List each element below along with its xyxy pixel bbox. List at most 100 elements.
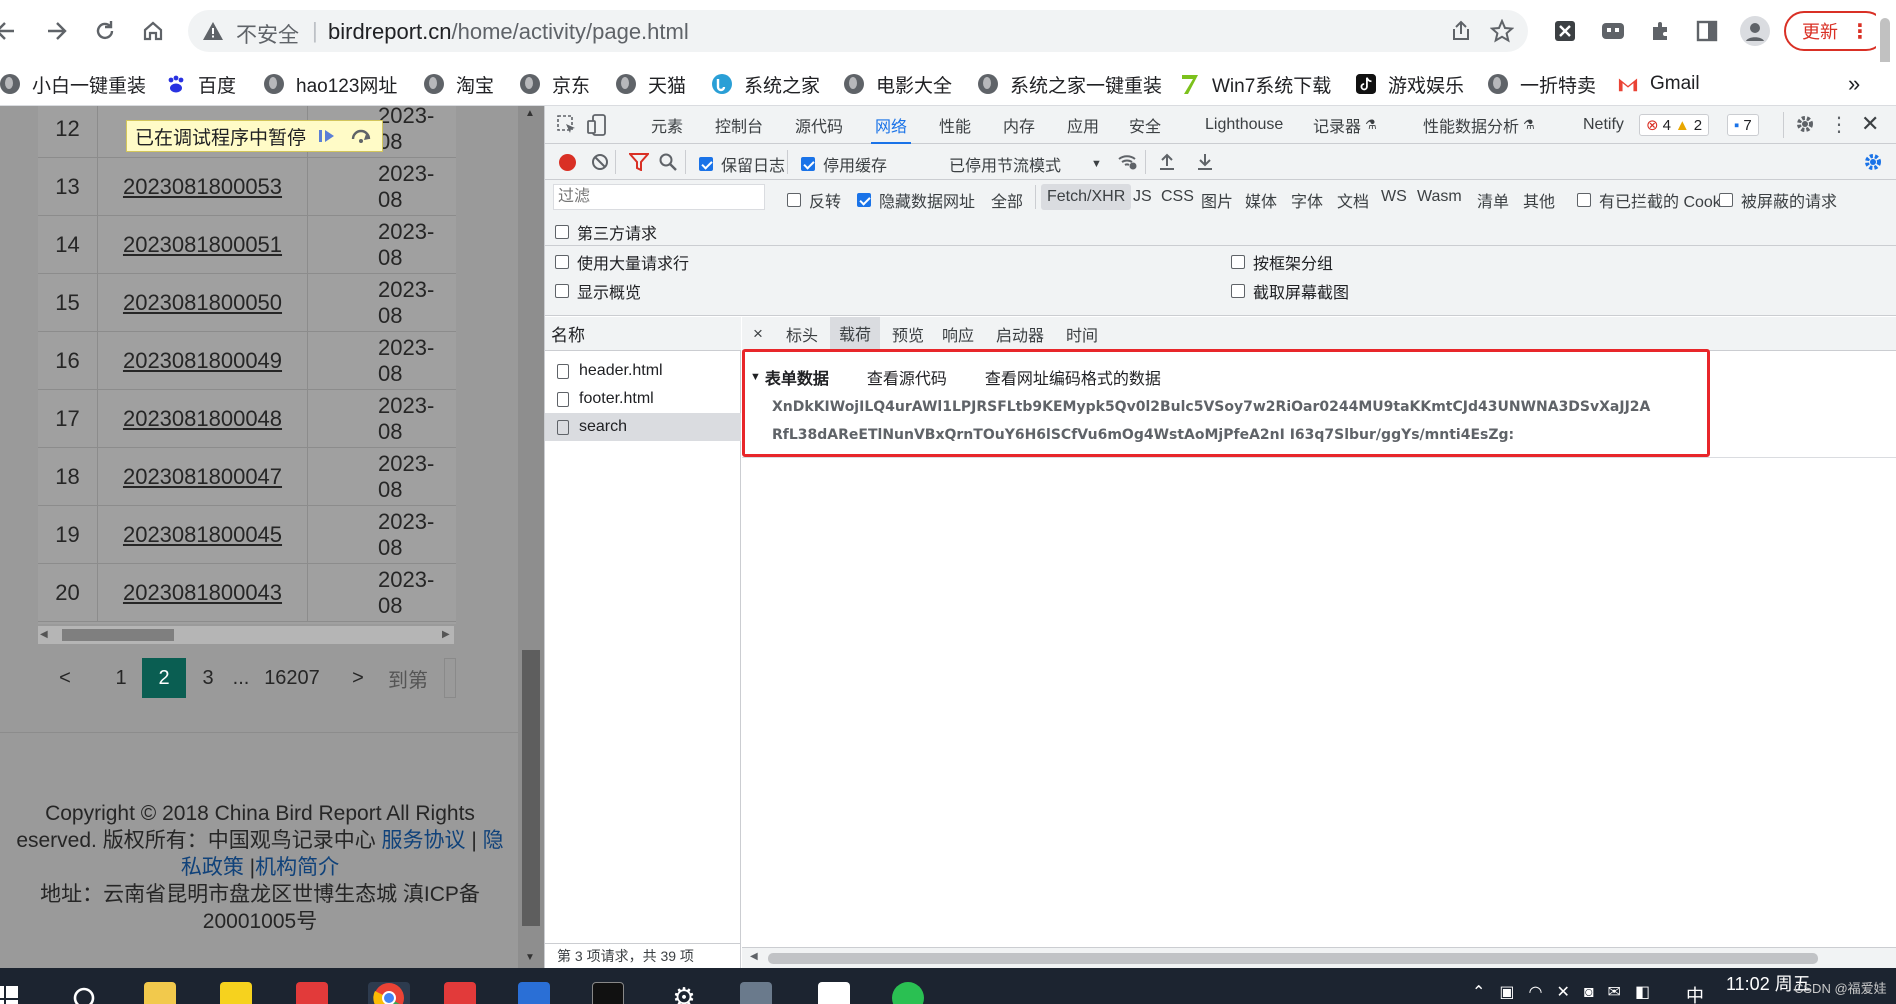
bookmark-item[interactable]: 天猫 (616, 68, 686, 100)
extensions-puzzle-icon[interactable] (1644, 14, 1678, 48)
close-devtools-icon[interactable]: ✕ (1861, 111, 1879, 137)
bookmark-item[interactable]: 百度 (166, 68, 236, 100)
device-toolbar-icon[interactable] (587, 114, 609, 136)
filter-type-wasm[interactable]: Wasm (1417, 188, 1462, 206)
detail-tab-headers[interactable]: 标头 (780, 317, 824, 351)
input-method-label[interactable]: 中 (1686, 982, 1704, 1004)
filter-type-font[interactable]: 字体 (1291, 188, 1323, 212)
invert-checkbox[interactable]: 反转 (787, 188, 841, 212)
app-icon[interactable] (220, 982, 252, 1004)
detail-tab-timing[interactable]: 时间 (1060, 317, 1104, 351)
webstorm-icon[interactable] (518, 982, 550, 1004)
capture-screenshots-checkbox[interactable]: 截取屏幕截图 (1231, 279, 1349, 303)
request-row[interactable]: footer.html (545, 385, 741, 413)
devtools-tab-lighthouse[interactable]: Lighthouse (1205, 106, 1283, 144)
pager-page[interactable]: 1 (106, 658, 136, 698)
filter-funnel-icon[interactable] (629, 153, 649, 171)
app-icon[interactable] (818, 982, 850, 1004)
chrome-taskbar-icon[interactable] (368, 982, 410, 1004)
wps-icon[interactable] (444, 982, 476, 1004)
scroll-left-icon[interactable]: ◀ (40, 629, 48, 640)
side-panel-icon[interactable] (1690, 14, 1724, 48)
wechat-icon[interactable] (892, 982, 924, 1004)
devtools-tab-elements[interactable]: 元素 (651, 106, 683, 144)
filter-type-media[interactable]: 媒体 (1245, 188, 1277, 212)
windows-start-icon[interactable] (0, 986, 20, 1004)
big-request-rows-checkbox[interactable]: 使用大量请求行 (555, 250, 689, 274)
share-icon[interactable] (1450, 20, 1472, 42)
update-button[interactable]: 更新 ⋮ (1784, 11, 1886, 51)
more-options-icon[interactable]: ⋮ (1829, 112, 1849, 137)
filter-input[interactable] (553, 184, 765, 210)
system-tray-icons[interactable]: ⌃▣◠✕◙✉◧ (1472, 982, 1664, 1002)
devtools-tab-recorder[interactable]: 记录器 ⚗ (1313, 106, 1377, 144)
resume-icon[interactable] (314, 125, 340, 147)
filter-type-css[interactable]: CSS (1161, 188, 1194, 206)
bookmarks-overflow-icon[interactable]: » (1848, 68, 1860, 100)
import-har-icon[interactable] (1159, 152, 1175, 170)
detail-horizontal-scrollbar[interactable]: ◀ (742, 947, 1896, 968)
filter-type-js[interactable]: JS (1133, 188, 1152, 206)
step-over-icon[interactable] (348, 125, 374, 147)
third-party-checkbox[interactable]: 第三方请求 (555, 220, 657, 244)
search-taskbar-icon[interactable] (72, 986, 100, 1004)
row-id-link[interactable]: 2023081800053 (98, 158, 308, 216)
extension-x-icon[interactable] (1548, 14, 1582, 48)
filter-type-all[interactable]: 全部 (991, 188, 1023, 212)
bookmark-item[interactable]: 系统之家一键重装 (978, 68, 1162, 100)
request-row[interactable]: header.html (545, 357, 741, 385)
home-icon[interactable] (134, 12, 172, 50)
request-row-selected[interactable]: search (545, 413, 741, 441)
search-icon[interactable] (659, 153, 677, 171)
detail-tab-initiator[interactable]: 启动器 (990, 317, 1050, 351)
devtools-tab-sources[interactable]: 源代码 (795, 106, 843, 144)
devtools-tab-console[interactable]: 控制台 (715, 106, 763, 144)
filter-type-ws[interactable]: WS (1381, 188, 1407, 206)
app-icon[interactable] (740, 982, 772, 1004)
profile-avatar-icon[interactable] (1738, 14, 1772, 48)
filter-type-img[interactable]: 图片 (1201, 188, 1233, 212)
network-conditions-icon[interactable] (1117, 153, 1139, 171)
disable-cache-checkbox[interactable]: 停用缓存 (801, 152, 887, 176)
page-vertical-scrollbar[interactable]: ▲ ▼ (518, 106, 544, 968)
back-icon[interactable] (0, 12, 24, 50)
footer-about-link[interactable]: 机构简介 (255, 856, 339, 879)
terminal-icon[interactable] (592, 982, 624, 1004)
filter-type-other[interactable]: 其他 (1523, 188, 1555, 212)
bookmark-item[interactable]: 京东 (520, 68, 590, 100)
forward-icon[interactable] (38, 12, 76, 50)
pager-page[interactable]: 16207 (262, 658, 322, 698)
bookmark-item[interactable]: 淘宝 (424, 68, 494, 100)
filter-type-fetch-xhr[interactable]: Fetch/XHR (1041, 184, 1132, 210)
bookmark-item[interactable]: 电影大全 (844, 68, 952, 100)
settings-gear-icon[interactable] (1795, 114, 1815, 134)
network-settings-gear-icon[interactable] (1863, 152, 1883, 172)
row-id-link[interactable]: 2023081800048 (98, 390, 308, 448)
detail-tab-response[interactable]: 响应 (936, 317, 980, 351)
row-id-link[interactable]: 2023081800045 (98, 506, 308, 564)
group-by-frame-checkbox[interactable]: 按框架分组 (1231, 250, 1333, 274)
export-har-icon[interactable] (1197, 152, 1213, 170)
bookmark-item[interactable]: Win7系统下载 (1180, 68, 1331, 100)
detail-tab-payload[interactable]: 载荷 (830, 317, 880, 351)
bookmark-item[interactable]: Gmail (1618, 68, 1700, 100)
record-icon[interactable] (559, 154, 576, 171)
more-vertical-icon[interactable]: ⋮ (1850, 19, 1870, 44)
row-id-link[interactable]: 2023081800047 (98, 448, 308, 506)
pager-page-active[interactable]: 2 (142, 658, 186, 698)
throttling-select[interactable]: 已停用节流模式 ▼ (949, 152, 1102, 176)
table-horizontal-scrollbar[interactable]: ◀ ▶ (38, 626, 454, 644)
bookmark-item[interactable]: hao123网址 (264, 68, 397, 100)
reload-icon[interactable] (86, 12, 124, 50)
bookmark-item[interactable]: 系统之家 (712, 68, 820, 100)
scroll-right-icon[interactable]: ▶ (442, 629, 450, 640)
show-overview-checkbox[interactable]: 显示概览 (555, 279, 641, 303)
footer-privacy-link[interactable]: 隐 (483, 829, 504, 852)
devtools-tab-security[interactable]: 安全 (1129, 106, 1161, 144)
row-id-link[interactable]: 2023081800050 (98, 274, 308, 332)
preserve-log-checkbox[interactable]: 保留日志 (699, 152, 785, 176)
pager-goto-input[interactable] (444, 658, 456, 698)
devtools-tab-memory[interactable]: 内存 (1003, 106, 1035, 144)
clear-icon[interactable] (591, 153, 609, 171)
devtools-tab-network[interactable]: 网络 (870, 106, 912, 144)
